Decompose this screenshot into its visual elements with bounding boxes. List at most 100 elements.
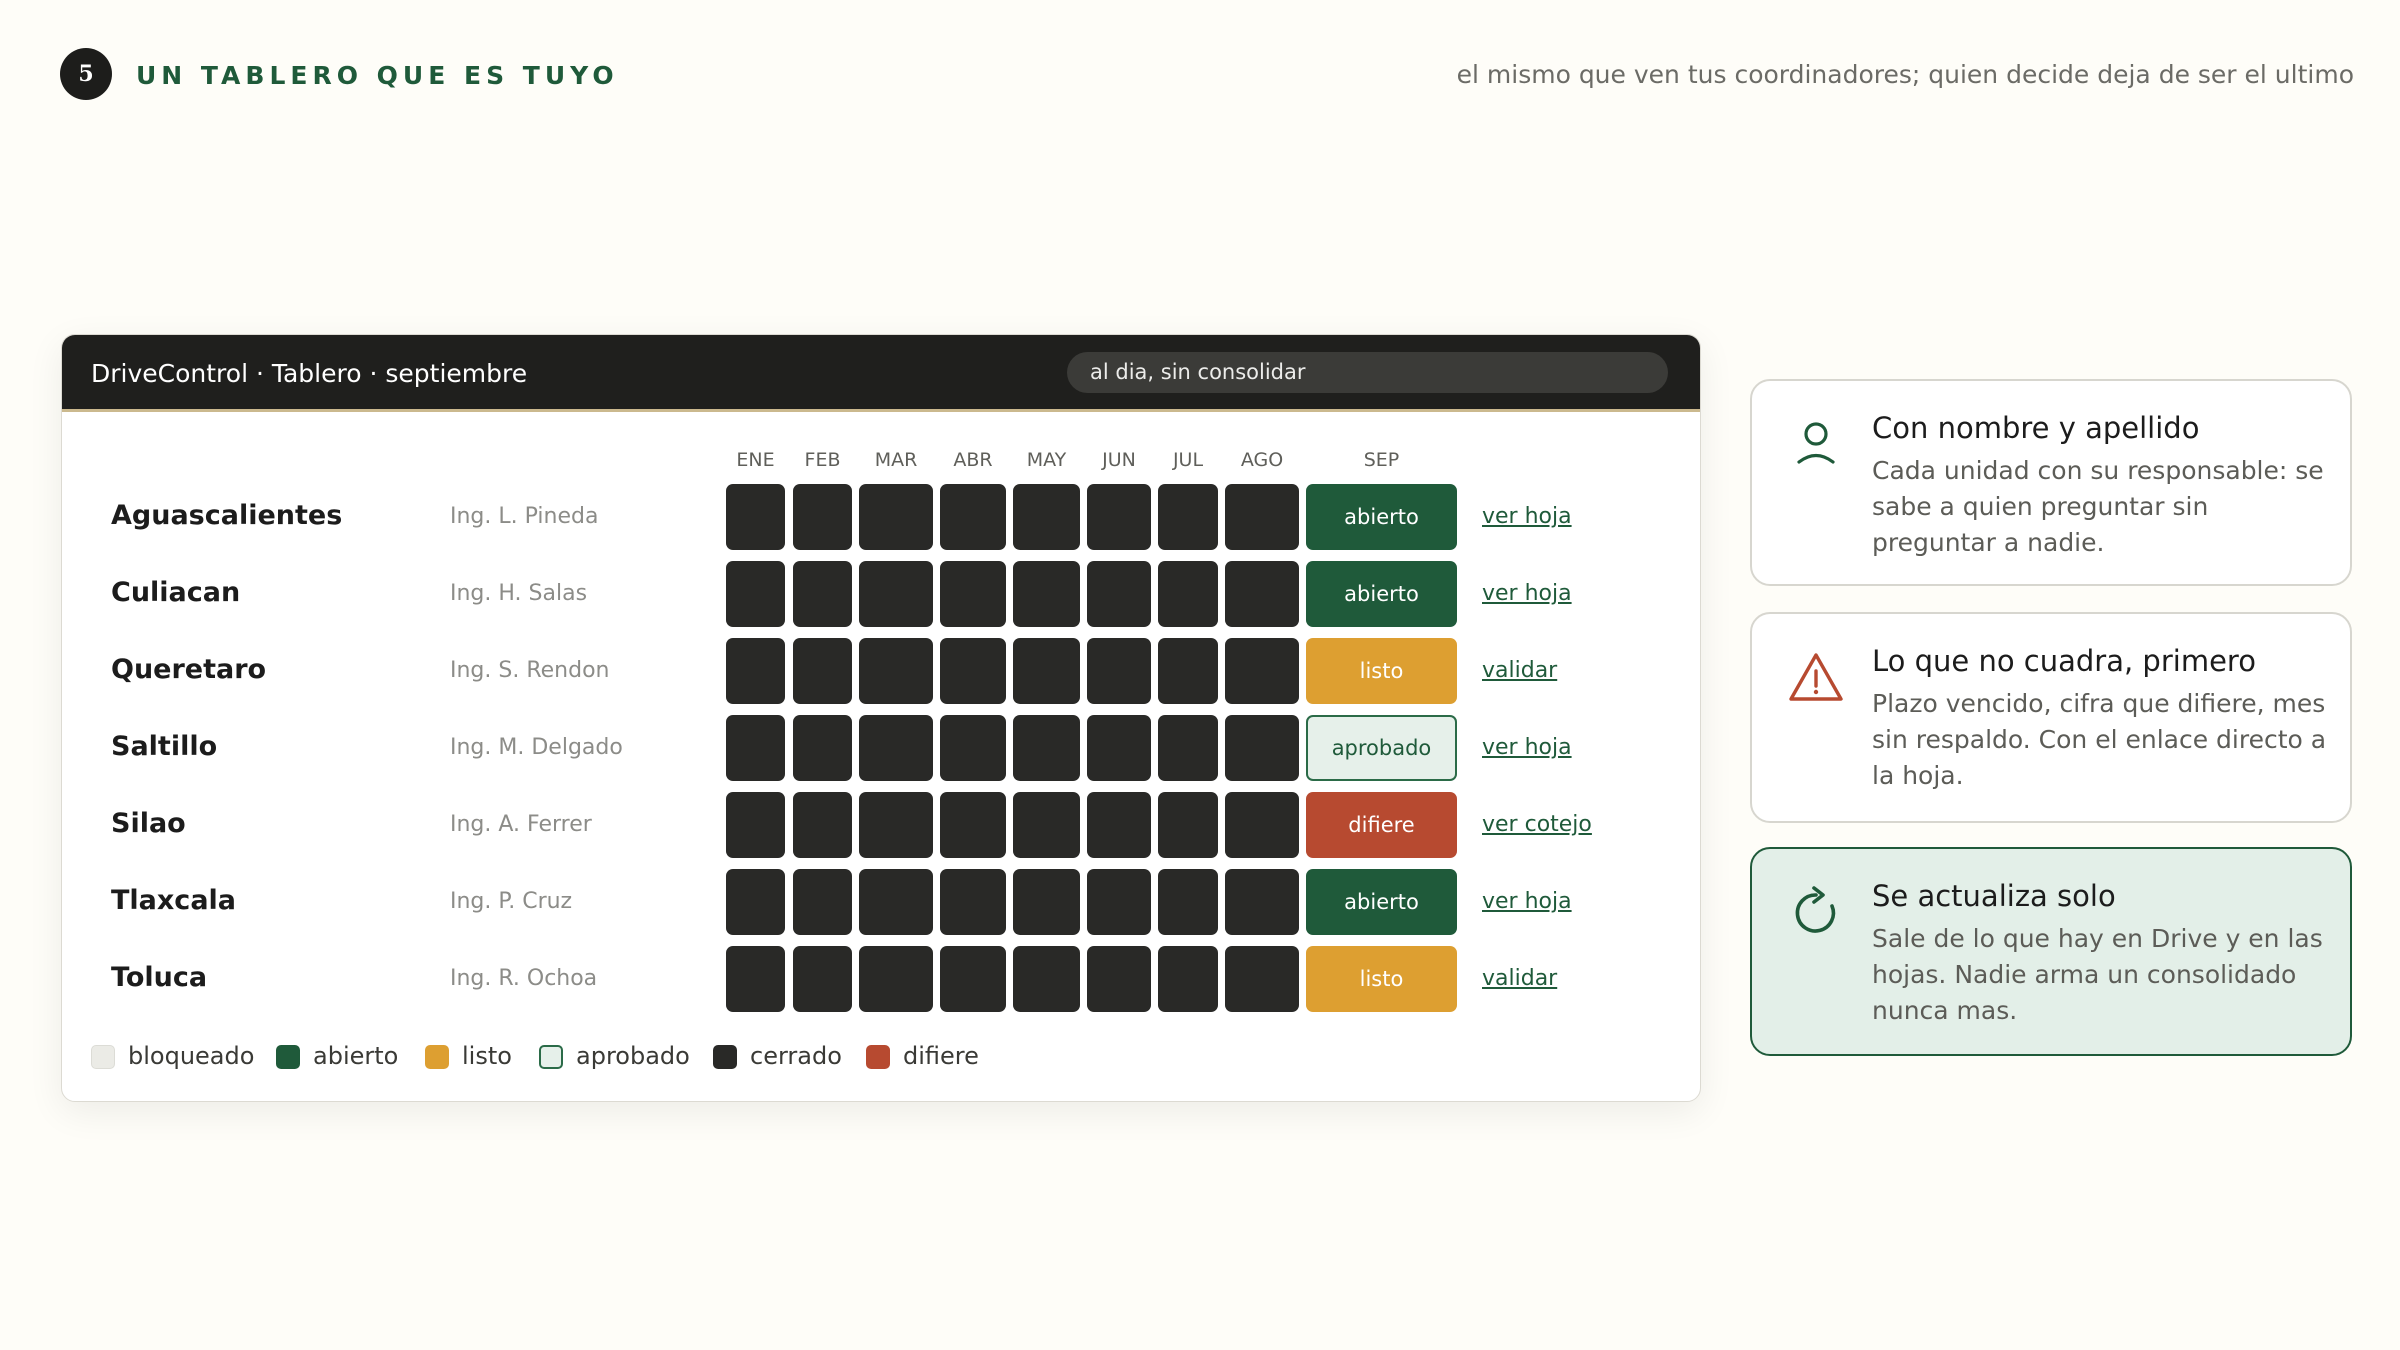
month-cell-jun[interactable] [1087, 869, 1151, 935]
row-action-link[interactable]: ver hoja [1482, 889, 1572, 914]
legend-label: listo [462, 1042, 512, 1070]
row-action-link[interactable]: ver hoja [1482, 504, 1572, 529]
month-cell-mar[interactable] [859, 946, 933, 1012]
row-action-link[interactable]: validar [1482, 966, 1557, 991]
row-action-link[interactable]: ver hoja [1482, 735, 1572, 760]
legend-label: difiere [903, 1042, 979, 1070]
month-cell-jul[interactable] [1158, 715, 1218, 781]
month-cell-jul[interactable] [1158, 484, 1218, 550]
month-cell-mar[interactable] [859, 561, 933, 627]
month-cell-jun[interactable] [1087, 946, 1151, 1012]
month-cell-feb[interactable] [793, 561, 852, 627]
month-cell-feb[interactable] [793, 869, 852, 935]
month-cell-mar[interactable] [859, 638, 933, 704]
month-cell-jul[interactable] [1158, 638, 1218, 704]
region-name: Silao [111, 808, 186, 839]
engineer-name: Ing. M. Delgado [450, 735, 623, 760]
month-cell-may[interactable] [1013, 792, 1080, 858]
engineer-name: Ing. P. Cruz [450, 889, 573, 914]
status-pill: al dia, sin consolidar [1067, 352, 1668, 393]
row-action-link[interactable]: ver cotejo [1482, 812, 1592, 837]
legend-swatch [539, 1045, 563, 1069]
month-cell-jun[interactable] [1087, 638, 1151, 704]
status-badge-sep[interactable]: difiere [1306, 792, 1457, 858]
month-cell-abr[interactable] [940, 869, 1006, 935]
month-cell-abr[interactable] [940, 561, 1006, 627]
status-badge-sep[interactable]: abierto [1306, 561, 1457, 627]
legend-swatch [276, 1045, 300, 1069]
status-badge-sep[interactable]: listo [1306, 946, 1457, 1012]
legend-label: aprobado [576, 1042, 690, 1070]
month-cell-ago[interactable] [1225, 792, 1299, 858]
month-cell-ago[interactable] [1225, 638, 1299, 704]
warning-icon [1789, 653, 1843, 701]
card-title: Con nombre y apellido [1872, 411, 2200, 445]
legend-swatch [91, 1045, 115, 1069]
month-cell-abr[interactable] [940, 715, 1006, 781]
window-titlebar: DriveControl · Tablero · septiembre al d… [62, 335, 1700, 412]
card-responsible: Con nombre y apellido Cada unidad con su… [1750, 379, 2352, 586]
month-cell-ene[interactable] [726, 946, 785, 1012]
month-cell-ago[interactable] [1225, 484, 1299, 550]
card-body: Cada unidad con su responsable: se sabe … [1872, 456, 2324, 557]
status-badge-sep[interactable]: abierto [1306, 484, 1457, 550]
person-icon [1797, 422, 1835, 464]
month-cell-jun[interactable] [1087, 561, 1151, 627]
month-cell-ago[interactable] [1225, 561, 1299, 627]
month-cell-ago[interactable] [1225, 946, 1299, 1012]
month-cell-mar[interactable] [859, 715, 933, 781]
month-cell-may[interactable] [1013, 561, 1080, 627]
slide-header: 5 UN TABLERO QUE ES TUYO el mismo que ve… [60, 48, 2354, 102]
month-cell-ene[interactable] [726, 869, 785, 935]
status-badge-sep[interactable]: listo [1306, 638, 1457, 704]
month-cell-feb[interactable] [793, 792, 852, 858]
month-cell-may[interactable] [1013, 869, 1080, 935]
status-badge-sep[interactable]: abierto [1306, 869, 1457, 935]
month-header-ago: AGO [1240, 449, 1284, 471]
region-name: Queretaro [111, 654, 267, 685]
month-cell-jul[interactable] [1158, 792, 1218, 858]
legend-label: abierto [313, 1042, 399, 1070]
month-cell-feb[interactable] [793, 638, 852, 704]
month-cell-may[interactable] [1013, 638, 1080, 704]
month-cell-jul[interactable] [1158, 946, 1218, 1012]
month-cell-mar[interactable] [859, 484, 933, 550]
month-cell-jun[interactable] [1087, 484, 1151, 550]
status-badge-sep[interactable]: aprobado [1306, 715, 1457, 781]
month-cell-may[interactable] [1013, 715, 1080, 781]
month-cell-abr[interactable] [940, 484, 1006, 550]
month-cell-feb[interactable] [793, 715, 852, 781]
month-cell-mar[interactable] [859, 792, 933, 858]
month-cell-jul[interactable] [1158, 869, 1218, 935]
month-cell-feb[interactable] [793, 946, 852, 1012]
month-cell-mar[interactable] [859, 869, 933, 935]
month-cell-jun[interactable] [1087, 715, 1151, 781]
month-cell-abr[interactable] [940, 638, 1006, 704]
card-issues-first: Lo que no cuadra, primero Plazo vencido,… [1750, 612, 2352, 823]
card-title: Se actualiza solo [1872, 879, 2116, 913]
slide-tagline: el mismo que ven tus coordinadores; quie… [1456, 60, 2354, 89]
month-header-mar: MAR [874, 449, 918, 471]
month-header-may: MAY [1026, 449, 1067, 471]
legend-label: bloqueado [128, 1042, 255, 1070]
month-cell-may[interactable] [1013, 946, 1080, 1012]
month-cell-jul[interactable] [1158, 561, 1218, 627]
region-name: Saltillo [111, 731, 218, 762]
month-cell-ene[interactable] [726, 792, 785, 858]
month-cell-feb[interactable] [793, 484, 852, 550]
month-cell-ago[interactable] [1225, 869, 1299, 935]
month-cell-ene[interactable] [726, 638, 785, 704]
month-cell-ene[interactable] [726, 484, 785, 550]
month-cell-jun[interactable] [1087, 792, 1151, 858]
row-action-link[interactable]: ver hoja [1482, 581, 1572, 606]
month-cell-ago[interactable] [1225, 715, 1299, 781]
engineer-name: Ing. A. Ferrer [450, 812, 592, 837]
month-cell-ene[interactable] [726, 715, 785, 781]
slide-number-badge: 5 [60, 48, 112, 100]
row-action-link[interactable]: validar [1482, 658, 1557, 683]
month-cell-abr[interactable] [940, 946, 1006, 1012]
region-name: Tlaxcala [111, 885, 237, 916]
month-cell-ene[interactable] [726, 561, 785, 627]
month-cell-may[interactable] [1013, 484, 1080, 550]
month-cell-abr[interactable] [940, 792, 1006, 858]
